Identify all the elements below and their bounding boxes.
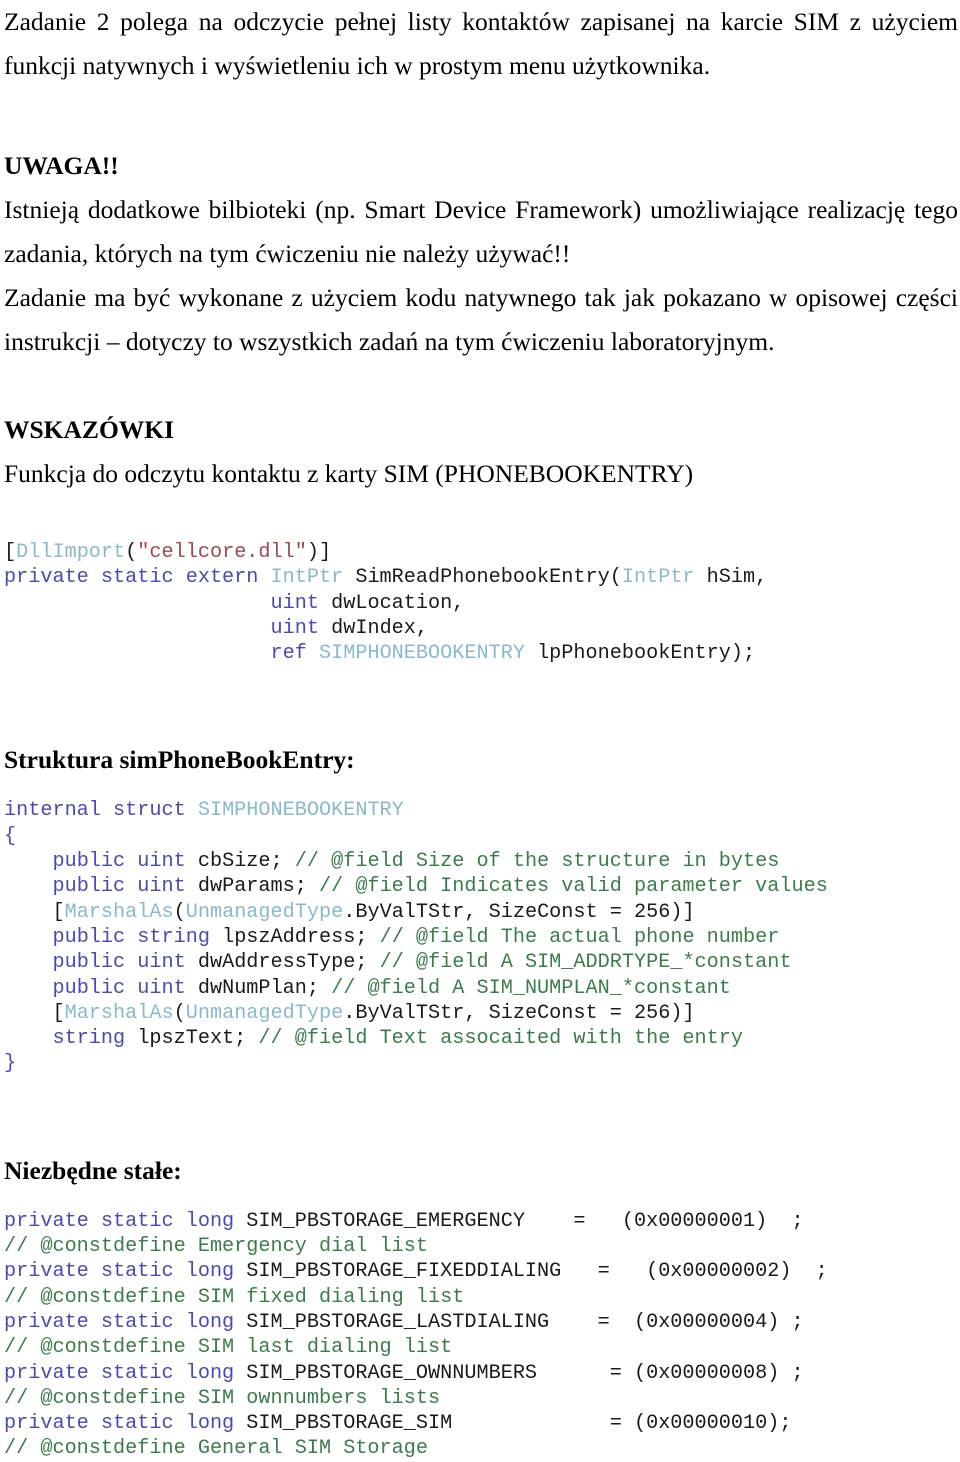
- struct-heading: Struktura simPhoneBookEntry:: [4, 745, 355, 775]
- code-block-struct: internal struct SIMPHONEBOOKENTRY { publ…: [4, 799, 828, 1076]
- document-page: Zadanie 2 polega na odczycie pełnej list…: [0, 0, 960, 1460]
- warning-paragraph-1: Istnieją dodatkowe bilbioteki (np. Smart…: [4, 195, 958, 268]
- code-block-constants: private static long SIM_PBSTORAGE_EMERGE…: [4, 1209, 828, 1461]
- warning-heading: UWAGA!!: [4, 151, 119, 180]
- constants-heading: Niezbędne stałe:: [4, 1155, 182, 1185]
- hints-subtitle: Funkcja do odczytu kontaktu z karty SIM …: [4, 459, 694, 488]
- intro-paragraph: Zadanie 2 polega na odczycie pełnej list…: [4, 7, 958, 80]
- code-block-dllimport: [DllImport("cellcore.dll")] private stat…: [4, 541, 768, 666]
- hints-heading: WSKAZÓWKI: [4, 415, 175, 444]
- warning-paragraph-2: Zadanie ma być wykonane z użyciem kodu n…: [4, 283, 958, 356]
